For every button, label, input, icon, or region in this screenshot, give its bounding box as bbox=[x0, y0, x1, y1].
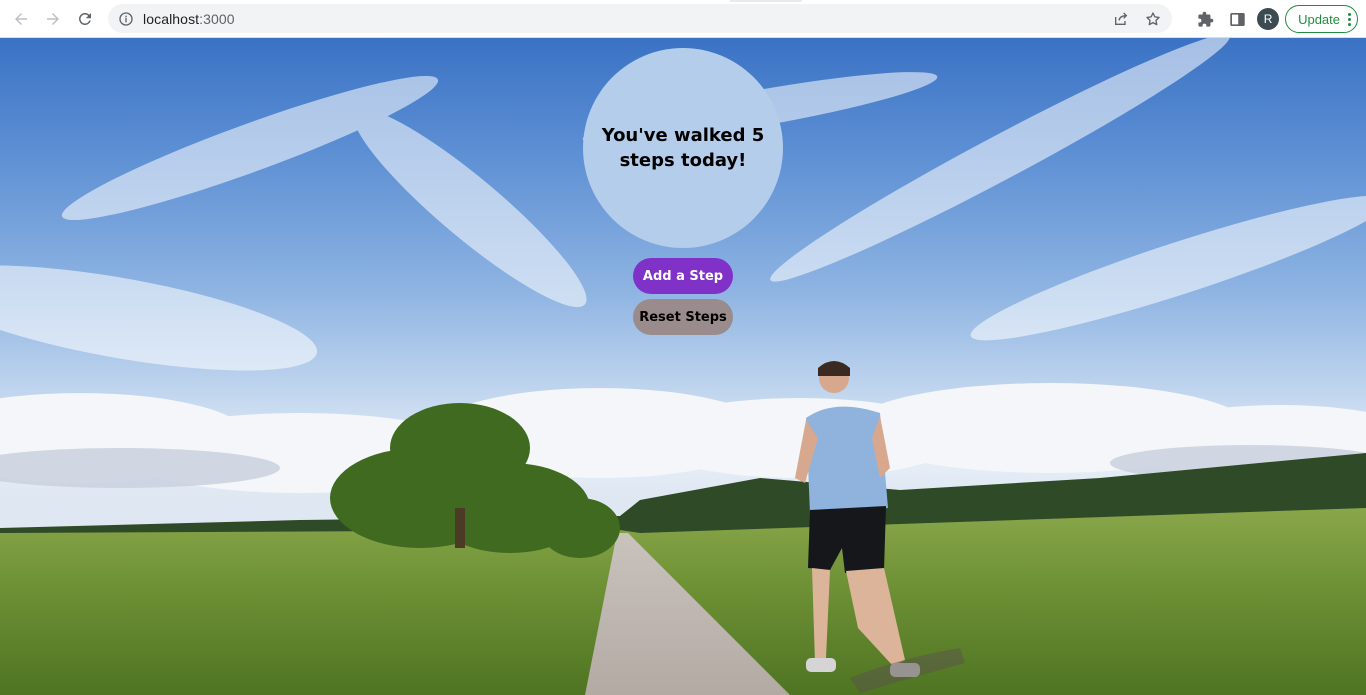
url-text[interactable]: localhost:3000 bbox=[143, 11, 235, 27]
url-port: :3000 bbox=[199, 10, 235, 27]
forward-button[interactable] bbox=[37, 3, 69, 35]
address-bar[interactable]: localhost:3000 bbox=[108, 4, 1172, 33]
update-button[interactable]: Update bbox=[1285, 5, 1358, 33]
menu-kebab-icon bbox=[1348, 12, 1351, 26]
omnibox-actions bbox=[1110, 4, 1164, 33]
extensions-button[interactable] bbox=[1189, 3, 1221, 35]
reload-icon bbox=[78, 12, 91, 25]
toolbar-actions: R Update bbox=[1189, 0, 1358, 38]
bookmark-button[interactable] bbox=[1142, 8, 1164, 30]
step-count-message: You've walked 5 steps today! bbox=[601, 125, 765, 171]
add-step-button[interactable]: Add a Step bbox=[633, 258, 733, 294]
url-host: localhost bbox=[143, 10, 200, 27]
back-icon bbox=[15, 12, 27, 25]
forward-icon bbox=[47, 12, 59, 25]
back-button[interactable] bbox=[5, 3, 37, 35]
tab-indicator bbox=[730, 0, 802, 2]
bookmark-star-icon bbox=[1146, 11, 1160, 25]
reset-steps-button[interactable]: Reset Steps bbox=[633, 299, 733, 335]
update-label: Update bbox=[1298, 11, 1340, 27]
side-panel-button[interactable] bbox=[1221, 3, 1253, 35]
site-info-icon[interactable] bbox=[118, 11, 134, 27]
share-button[interactable] bbox=[1110, 8, 1132, 30]
extensions-icon bbox=[1197, 11, 1213, 27]
profile-avatar[interactable]: R bbox=[1257, 8, 1280, 30]
step-counter-circle: You've walked 5 steps today! bbox=[583, 48, 783, 248]
share-icon bbox=[1115, 12, 1128, 25]
reload-button[interactable] bbox=[69, 3, 101, 35]
page-viewport: You've walked 5 steps today! Add a Step … bbox=[0, 38, 1366, 695]
browser-toolbar: localhost:3000 R Update bbox=[0, 0, 1366, 38]
side-panel-icon bbox=[1229, 12, 1245, 26]
